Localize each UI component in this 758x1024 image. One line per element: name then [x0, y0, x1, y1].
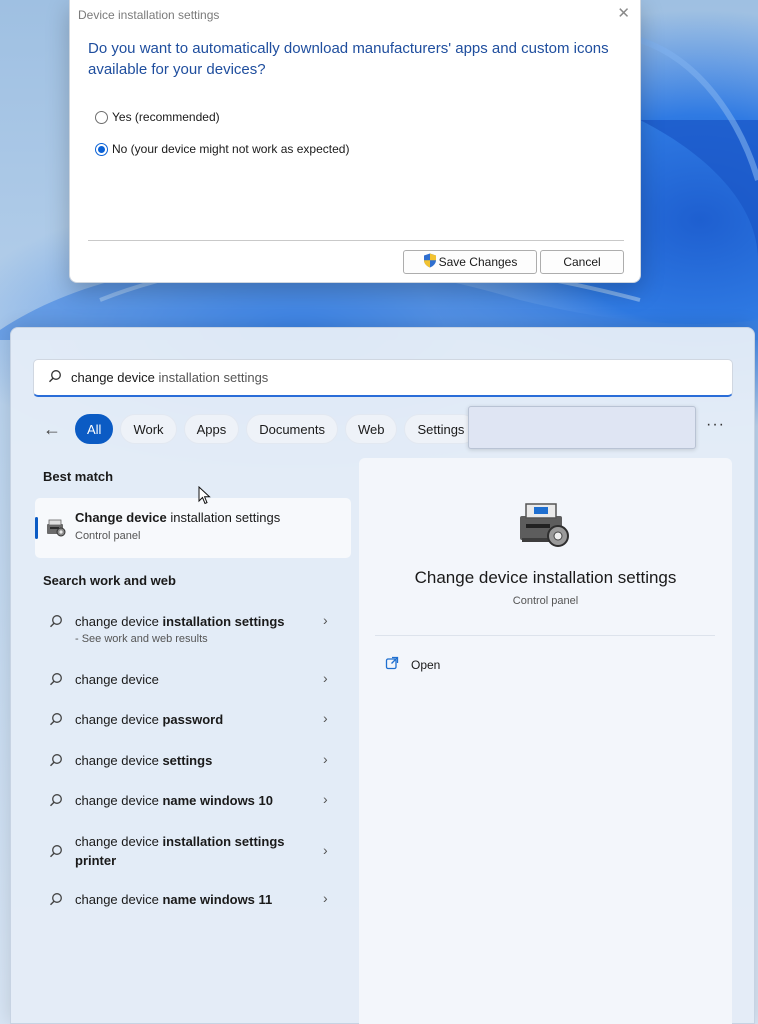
- filter-chip-apps[interactable]: Apps: [183, 414, 240, 444]
- search-icon: [49, 793, 63, 812]
- search-filter-bar: ← All Work Apps Documents Web Settings: [43, 413, 484, 445]
- search-icon: [49, 844, 63, 863]
- detail-subtitle: Control panel: [512, 595, 579, 607]
- close-icon[interactable]: ✕: [617, 4, 630, 22]
- best-match-title: Change device installation settings: [75, 510, 281, 525]
- search-icon: [49, 892, 63, 911]
- search-icon: [48, 369, 62, 386]
- best-match-heading: Best match: [43, 469, 114, 484]
- filter-chip-web[interactable]: Web: [344, 414, 398, 444]
- search-query-typed: change device: [71, 370, 155, 385]
- web-result-text: change device name windows 11: [75, 892, 273, 907]
- dialog-question: Do you want to automatically download ma…: [88, 40, 609, 78]
- web-result-text: change device installation settings - See…: [75, 614, 285, 645]
- chevron-right-icon[interactable]: ›: [323, 710, 328, 726]
- tooltip-overlay: [468, 406, 696, 449]
- back-arrow-icon[interactable]: ←: [43, 419, 71, 440]
- mouse-cursor-icon: [198, 485, 211, 510]
- chevron-right-icon[interactable]: ›: [323, 670, 328, 686]
- search-icon: [49, 614, 63, 633]
- filter-chip-all[interactable]: All: [75, 414, 114, 444]
- web-result-text: change device: [75, 672, 159, 687]
- selection-indicator: [35, 517, 38, 539]
- web-result-text: change device installation settings print…: [75, 834, 285, 868]
- search-icon: [49, 753, 63, 772]
- uac-shield-icon: [423, 253, 437, 271]
- search-icon: [49, 672, 63, 691]
- device-installation-dialog: Device installation settings ✕ Do you wa…: [69, 0, 641, 283]
- best-match-result[interactable]: Change device installation settings Cont…: [35, 498, 351, 558]
- start-search-panel: change device installation settings ← Al…: [10, 327, 755, 1024]
- radio-no[interactable]: [95, 142, 108, 156]
- dialog-divider: [88, 240, 624, 241]
- filter-chip-work[interactable]: Work: [120, 414, 177, 444]
- chevron-right-icon[interactable]: ›: [323, 791, 328, 807]
- web-result-text: change device name windows 10: [75, 793, 273, 808]
- radio-yes-label: Yes (recommended): [112, 110, 220, 124]
- cancel-button[interactable]: Cancel: [540, 250, 624, 274]
- device-installation-icon: [514, 498, 574, 550]
- filter-chip-settings[interactable]: Settings: [404, 414, 478, 444]
- result-detail-pane: Change device installation settings Cont…: [359, 458, 732, 1024]
- detail-divider: [375, 635, 715, 636]
- web-result-text: change device password: [75, 712, 224, 727]
- chevron-right-icon[interactable]: ›: [323, 890, 328, 906]
- chevron-right-icon[interactable]: ›: [323, 612, 328, 628]
- device-installation-icon: [45, 518, 67, 540]
- radio-no-option[interactable]: No (your device might not work as expect…: [95, 142, 349, 156]
- search-work-web-heading: Search work and web: [43, 573, 176, 588]
- radio-yes[interactable]: [95, 110, 108, 124]
- search-icon: [49, 712, 63, 731]
- cancel-label: Cancel: [563, 255, 601, 269]
- web-result-note: - See work and web results: [75, 633, 208, 645]
- search-query-suggestion: installation settings: [154, 370, 269, 385]
- save-changes-button[interactable]: Save Changes: [403, 250, 537, 274]
- filter-chip-documents[interactable]: Documents: [246, 414, 338, 444]
- dialog-title: Device installation settings: [78, 8, 220, 22]
- open-external-icon: [385, 656, 399, 673]
- detail-title: Change device installation settings: [414, 568, 677, 587]
- best-match-subtitle: Control panel: [75, 530, 141, 542]
- chevron-right-icon[interactable]: ›: [323, 842, 328, 858]
- radio-yes-option[interactable]: Yes (recommended): [95, 110, 220, 124]
- save-changes-label: Save Changes: [438, 255, 518, 269]
- open-label: Open: [411, 657, 441, 672]
- more-options-icon[interactable]: ···: [706, 416, 725, 434]
- search-input[interactable]: change device installation settings: [33, 359, 733, 397]
- open-action[interactable]: Open: [385, 656, 440, 673]
- web-result-text: change device settings: [75, 753, 213, 768]
- radio-no-label: No (your device might not work as expect…: [112, 142, 350, 156]
- chevron-right-icon[interactable]: ›: [323, 751, 328, 767]
